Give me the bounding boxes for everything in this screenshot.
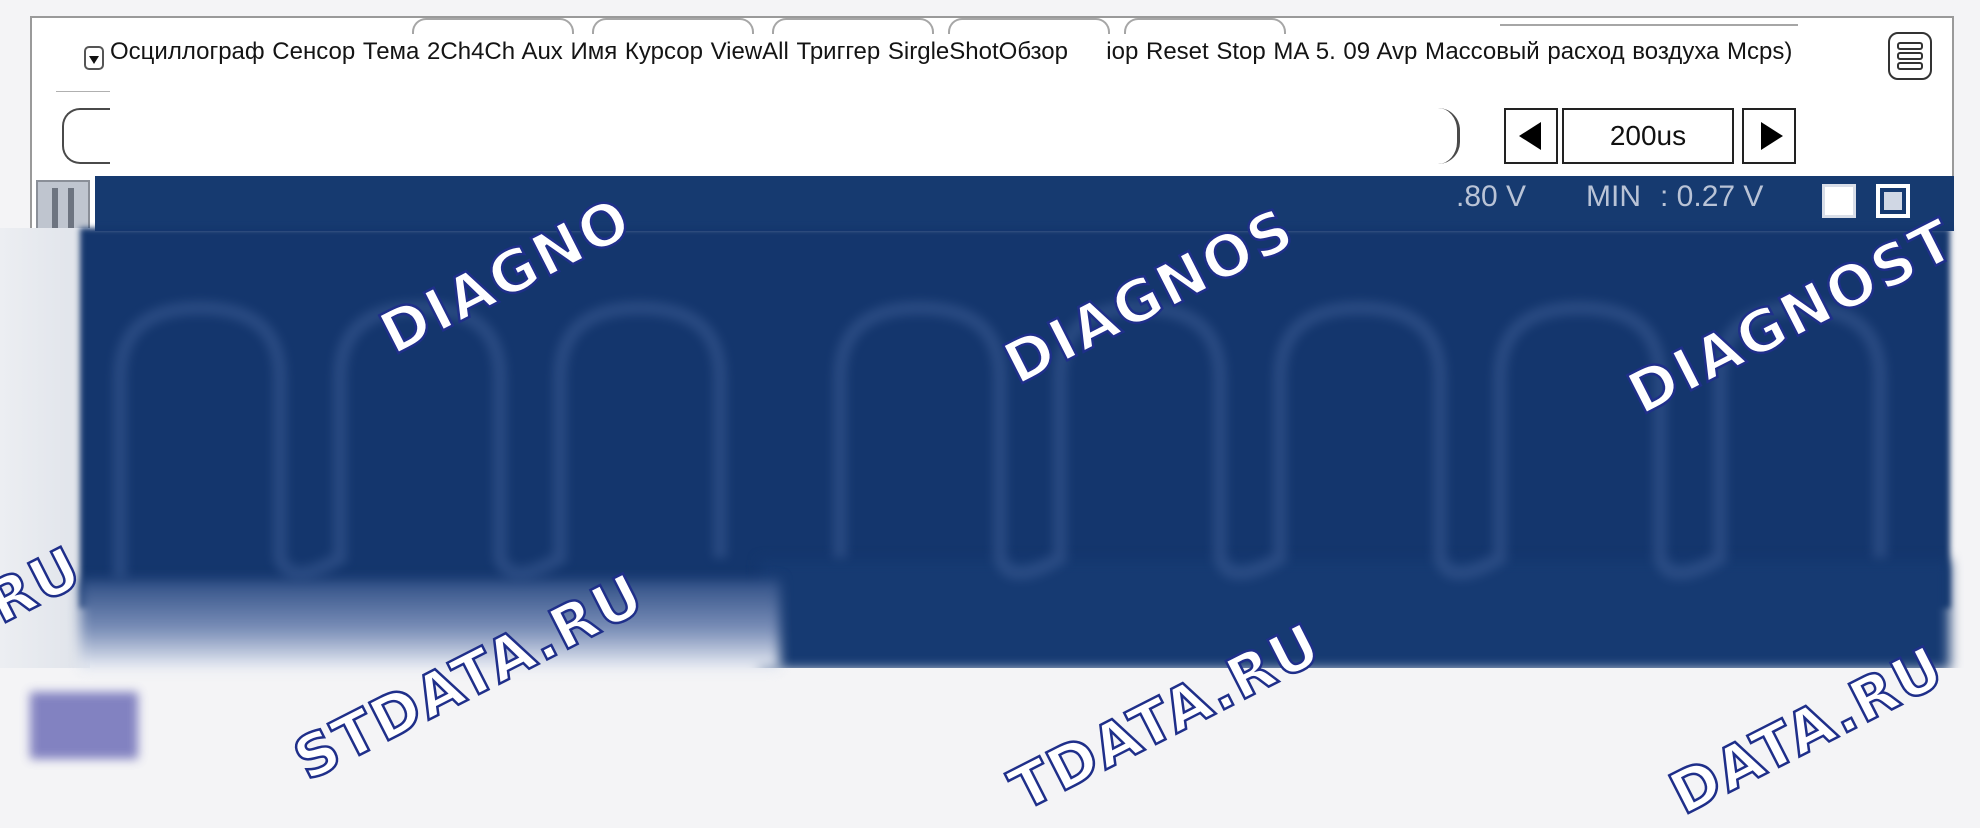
hamburger-menu-button[interactable] [1888,32,1932,80]
mode-dropdown[interactable] [84,46,104,70]
timebase-decrease-button[interactable] [1504,108,1558,164]
tab-shape[interactable] [772,18,934,34]
grip-line [68,188,74,233]
dropdown-arrow-icon [89,56,99,64]
arrow-left-icon [1519,122,1541,150]
grip-line [52,188,58,233]
min-voltage-readout: : 0.27 V [1660,180,1764,213]
maximize-icon[interactable] [1822,184,1856,218]
tab-shape[interactable] [592,18,754,34]
corner-artifact [30,692,138,759]
menu-bar-text[interactable]: Осциллограф Сенсор Тема 2Ch4Ch Aux Имя К… [110,34,1870,70]
hamburger-menu-icon [1897,42,1923,50]
waveform-trace [113,300,1887,580]
timebase-increase-button[interactable] [1742,108,1796,164]
timebase-value[interactable]: 200us [1562,108,1734,164]
tab-divider [1500,24,1798,26]
divider [56,91,112,92]
tab-shape[interactable] [412,18,574,34]
min-voltage-label: MIN [1586,180,1641,213]
hamburger-menu-icon [1897,62,1923,70]
tab-shape[interactable] [1124,18,1286,34]
arrow-right-icon [1761,122,1783,150]
tab-shape[interactable] [948,18,1110,34]
restore-icon[interactable] [1876,184,1910,218]
max-voltage-readout: .80 V [1456,180,1527,213]
hamburger-menu-icon [1897,52,1923,60]
scroll-handle[interactable] [36,180,90,233]
